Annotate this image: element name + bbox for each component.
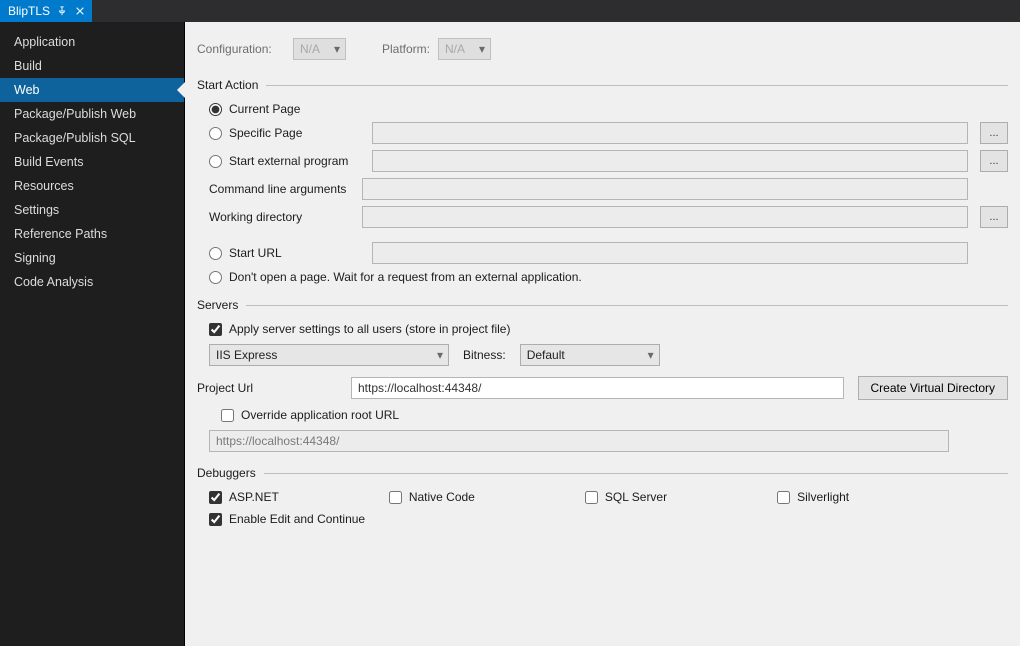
sidebar-item-reference-paths[interactable]: Reference Paths [0, 222, 184, 246]
radio-current-page-input[interactable] [209, 103, 222, 116]
platform-dropdown: N/A [438, 38, 491, 60]
debugger-native-checkbox[interactable]: Native Code [389, 490, 475, 504]
radio-label: Specific Page [229, 126, 302, 140]
create-virtual-directory-button[interactable]: Create Virtual Directory [858, 376, 1009, 400]
enable-edit-continue-input[interactable] [209, 513, 222, 526]
external-program-input[interactable] [372, 150, 968, 172]
sidebar-item-label: Application [14, 35, 75, 49]
debugger-native-input[interactable] [389, 491, 402, 504]
sidebar-item-settings[interactable]: Settings [0, 198, 184, 222]
start-url-input[interactable] [372, 242, 968, 264]
override-root-url-field [209, 430, 949, 452]
override-root-url-input[interactable] [221, 409, 234, 422]
radio-start-external[interactable]: Start external program [197, 154, 362, 168]
checkbox-label: Override application root URL [241, 408, 399, 422]
section-title-start-action: Start Action [197, 78, 258, 92]
sidebar-item-label: Web [14, 83, 39, 97]
radio-specific-page[interactable]: Specific Page [197, 126, 362, 140]
sidebar-item-label: Package/Publish SQL [14, 131, 136, 145]
sidebar-item-build-events[interactable]: Build Events [0, 150, 184, 174]
sidebar-item-label: Code Analysis [14, 275, 93, 289]
project-url-input[interactable] [351, 377, 844, 399]
sidebar-item-build[interactable]: Build [0, 54, 184, 78]
server-type-dropdown[interactable]: IIS Express [209, 344, 449, 366]
radio-start-url[interactable]: Start URL [197, 246, 362, 260]
project-properties-tab[interactable]: BlipTLS [0, 0, 92, 22]
radio-start-external-input[interactable] [209, 155, 222, 168]
radio-specific-page-input[interactable] [209, 127, 222, 140]
sidebar-item-label: Build [14, 59, 42, 73]
browse-specific-page-button[interactable]: ... [980, 122, 1008, 144]
radio-current-page[interactable]: Current Page [197, 102, 300, 116]
sidebar-item-label: Build Events [14, 155, 83, 169]
pin-icon[interactable] [56, 5, 68, 17]
radio-dont-open[interactable]: Don't open a page. Wait for a request fr… [197, 270, 582, 284]
sidebar-item-label: Reference Paths [14, 227, 107, 241]
sidebar-item-label: Resources [14, 179, 74, 193]
browse-working-dir-button[interactable]: ... [980, 206, 1008, 228]
enable-edit-continue-checkbox[interactable]: Enable Edit and Continue [197, 512, 1008, 526]
sidebar-item-web[interactable]: Web [0, 78, 184, 102]
checkbox-label: Enable Edit and Continue [229, 512, 365, 526]
debugger-sql-checkbox[interactable]: SQL Server [585, 490, 667, 504]
specific-page-input[interactable] [372, 122, 968, 144]
web-properties-panel: Configuration: N/A ▾ Platform: N/A ▾ Sta… [185, 22, 1020, 646]
platform-label: Platform: [382, 42, 430, 56]
sidebar-item-label: Settings [14, 203, 59, 217]
browse-external-program-button[interactable]: ... [980, 150, 1008, 172]
apply-server-settings-checkbox[interactable]: Apply server settings to all users (stor… [197, 322, 1008, 336]
bitness-dropdown[interactable]: Default [520, 344, 660, 366]
sidebar-item-application[interactable]: Application [0, 30, 184, 54]
tab-title: BlipTLS [8, 4, 50, 18]
sidebar-item-label: Package/Publish Web [14, 107, 136, 121]
checkbox-label: SQL Server [605, 490, 667, 504]
bitness-label: Bitness: [463, 348, 506, 362]
radio-label: Current Page [229, 102, 300, 116]
radio-label: Start URL [229, 246, 282, 260]
debugger-sql-input[interactable] [585, 491, 598, 504]
checkbox-label: Silverlight [797, 490, 849, 504]
working-dir-label: Working directory [197, 210, 352, 224]
checkbox-label: Apply server settings to all users (stor… [229, 322, 510, 336]
debugger-silverlight-input[interactable] [777, 491, 790, 504]
configuration-dropdown: N/A [293, 38, 346, 60]
section-title-debuggers: Debuggers [197, 466, 256, 480]
sidebar-item-resources[interactable]: Resources [0, 174, 184, 198]
radio-dont-open-input[interactable] [209, 271, 222, 284]
radio-label: Don't open a page. Wait for a request fr… [229, 270, 582, 284]
sidebar-item-label: Signing [14, 251, 56, 265]
checkbox-label: Native Code [409, 490, 475, 504]
configuration-label: Configuration: [197, 42, 285, 56]
section-title-servers: Servers [197, 298, 238, 312]
sidebar-item-signing[interactable]: Signing [0, 246, 184, 270]
close-icon[interactable] [74, 5, 86, 17]
checkbox-label: ASP.NET [229, 490, 279, 504]
debugger-aspnet-checkbox[interactable]: ASP.NET [209, 490, 279, 504]
cmd-args-input[interactable] [362, 178, 968, 200]
debugger-silverlight-checkbox[interactable]: Silverlight [777, 490, 849, 504]
properties-sidebar: Application Build Web Package/Publish We… [0, 22, 185, 646]
project-url-label: Project Url [197, 381, 337, 395]
override-root-url-checkbox[interactable]: Override application root URL [209, 408, 1008, 422]
sidebar-item-code-analysis[interactable]: Code Analysis [0, 270, 184, 294]
sidebar-item-package-publish-web[interactable]: Package/Publish Web [0, 102, 184, 126]
radio-label: Start external program [229, 154, 348, 168]
debugger-aspnet-input[interactable] [209, 491, 222, 504]
working-dir-input[interactable] [362, 206, 968, 228]
cmd-args-label: Command line arguments [197, 182, 352, 196]
radio-start-url-input[interactable] [209, 247, 222, 260]
sidebar-item-package-publish-sql[interactable]: Package/Publish SQL [0, 126, 184, 150]
apply-server-settings-input[interactable] [209, 323, 222, 336]
